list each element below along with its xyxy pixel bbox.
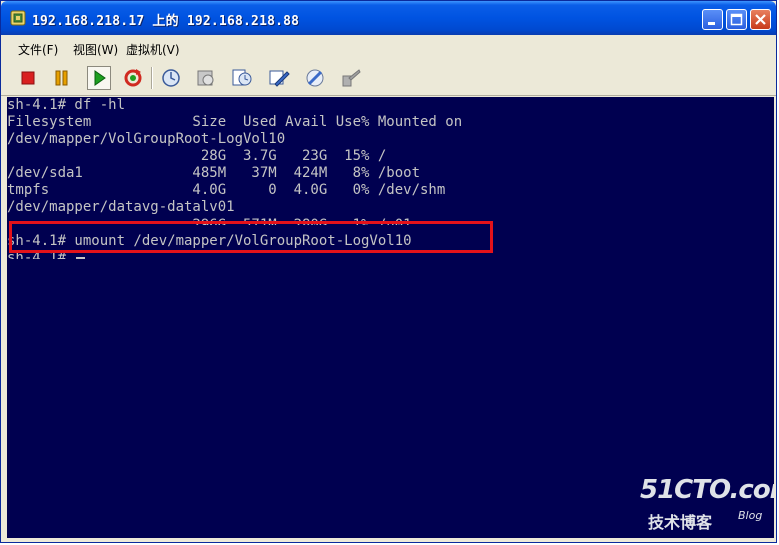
terminal-line: /dev/sda1 485M 37M 424M 8% /boot <box>7 165 421 181</box>
snapshot-button[interactable] <box>159 66 183 90</box>
close-icon <box>755 14 766 25</box>
revert-snapshot-button[interactable] <box>194 66 218 90</box>
snapshot-icon <box>162 69 180 87</box>
tools-button[interactable] <box>303 66 327 90</box>
minimize-icon <box>708 22 715 25</box>
stop-button[interactable] <box>16 66 40 90</box>
menu-file[interactable]: 文件(F) <box>18 41 58 58</box>
stop-icon <box>21 71 35 85</box>
revert-snapshot-icon <box>197 70 214 86</box>
tools-icon <box>306 69 324 87</box>
vm-console-screen[interactable]: sh-4.1# df -hl Filesystem Size Used Avai… <box>7 97 774 538</box>
reset-button[interactable] <box>121 66 145 90</box>
pause-button[interactable] <box>50 66 74 90</box>
close-button[interactable] <box>750 9 771 30</box>
watermark: 51CTO.com 技术博客 Blog <box>640 475 774 535</box>
watermark-logo: 51CTO.com <box>640 475 774 505</box>
maximize-button[interactable] <box>726 9 747 30</box>
manage-snapshots-button[interactable] <box>230 66 254 90</box>
highlight-box <box>9 221 493 253</box>
console-icon <box>342 69 361 87</box>
menu-bar: 文件(F) 视图(W) 虚拟机(V) <box>1 35 776 61</box>
vm-console-window: 192.168.218.17 上的 192.168.218.88 文件(F) 视… <box>0 0 777 543</box>
toolbar <box>1 61 776 96</box>
terminal-line: 28G 3.7G 23G 15% / <box>7 148 387 164</box>
terminal-line: /dev/mapper/datavg-datalv01 <box>7 199 235 215</box>
play-icon <box>94 70 106 86</box>
pause-icon <box>55 70 68 86</box>
toolbar-separator <box>151 67 153 89</box>
minimize-button[interactable] <box>702 9 723 30</box>
vmware-app-icon <box>10 10 26 26</box>
settings-icon <box>269 70 290 87</box>
terminal-line: sh-4.1# df -hl <box>7 97 126 113</box>
console-button[interactable] <box>339 66 363 90</box>
watermark-subtitle: 技术博客 <box>648 513 713 532</box>
manage-snapshots-icon <box>232 69 252 86</box>
terminal-line: tmpfs 4.0G 0 4.0G 0% /dev/shm <box>7 182 446 198</box>
watermark-blog: Blog <box>738 509 763 522</box>
title-bar[interactable]: 192.168.218.17 上的 192.168.218.88 <box>1 1 776 35</box>
terminal-line: Filesystem Size Used Avail Use% Mounted … <box>7 114 463 130</box>
maximize-icon <box>730 13 743 26</box>
menu-view[interactable]: 视图(W) <box>73 41 118 58</box>
reset-icon <box>124 69 142 87</box>
play-button[interactable] <box>87 66 111 90</box>
settings-button[interactable] <box>267 66 291 90</box>
terminal-line: /dev/mapper/VolGroupRoot-LogVol10 <box>7 131 286 147</box>
menu-vm[interactable]: 虚拟机(V) <box>126 41 180 58</box>
window-title: 192.168.218.17 上的 192.168.218.88 <box>32 14 300 29</box>
terminal-cursor <box>76 257 86 259</box>
